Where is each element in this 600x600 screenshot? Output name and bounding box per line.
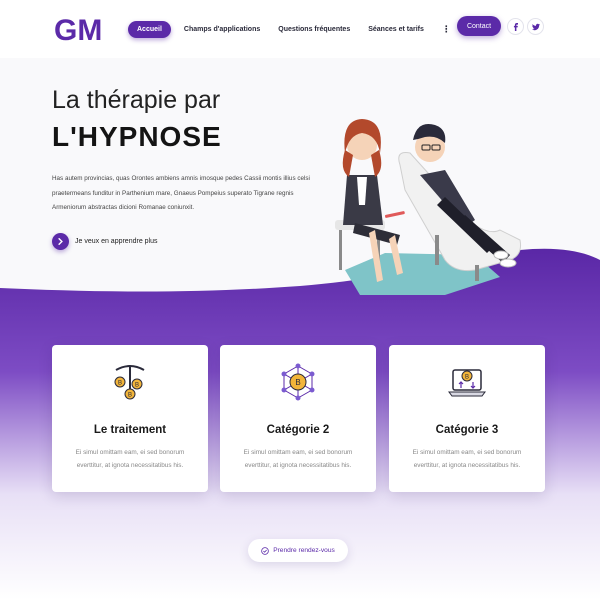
nav-item-accueil[interactable]: Accueil: [128, 20, 171, 38]
hero-title-line1: La thérapie par: [52, 86, 221, 114]
appointment-label: Prendre rendez-vous: [273, 547, 335, 554]
card-categorie-2[interactable]: B Catégorie 2 Ei simul omittam eam, ei s…: [220, 345, 376, 492]
hero-paragraph: Has autem provincias, quas Orontes ambie…: [52, 175, 310, 211]
card-title: Catégorie 3: [435, 424, 499, 436]
learn-more-link[interactable]: Je veux en apprendre plus: [52, 233, 158, 250]
nav-item-seances-tarifs[interactable]: Séances et tarifs: [368, 26, 424, 33]
contact-button[interactable]: Contact: [457, 16, 501, 36]
card-categorie-3[interactable]: B Catégorie 3 Ei simul omittam eam, ei s…: [389, 345, 545, 492]
network-coin-icon: B: [281, 363, 315, 401]
laptop-transfer-icon: B: [448, 369, 486, 397]
nav-item-champs-applications[interactable]: Champs d'applications: [184, 26, 260, 33]
facebook-icon[interactable]: [507, 18, 524, 35]
card-text: Ei simul omittam eam, ei sed bonorum eve…: [243, 449, 353, 469]
card-le-traitement[interactable]: B B B Le traitement Ei simul omittam eam…: [52, 345, 208, 492]
svg-text:B: B: [135, 383, 139, 389]
appointment-button[interactable]: Prendre rendez-vous: [248, 539, 348, 562]
svg-text:B: B: [465, 375, 469, 381]
gm-logo[interactable]: GM: [54, 14, 110, 44]
top-navbar: GM Accueil Champs d'applications Questio…: [0, 0, 600, 58]
svg-text:B: B: [128, 393, 132, 399]
card-title: Catégorie 2: [266, 424, 330, 436]
card-text: Ei simul omittam eam, ei sed bonorum eve…: [75, 449, 185, 469]
chevron-right-icon: [52, 233, 69, 250]
check-circle-icon: [261, 546, 269, 555]
more-menu-icon[interactable]: ⋮: [442, 24, 451, 35]
svg-text:B: B: [295, 378, 300, 387]
pickaxe-coins-icon: B B B: [114, 365, 145, 400]
hero-title-line2: L'HYPNOSE: [52, 121, 222, 152]
card-text: Ei simul omittam eam, ei sed bonorum eve…: [412, 449, 522, 469]
svg-text:GM: GM: [54, 14, 102, 44]
hypnosis-session-illustration: [335, 119, 521, 295]
svg-text:B: B: [118, 381, 122, 387]
nav-item-questions-frequentes[interactable]: Questions fréquentes: [278, 26, 350, 33]
main-nav: Accueil Champs d'applications Questions …: [128, 20, 451, 38]
twitter-icon[interactable]: [527, 18, 544, 35]
learn-more-label: Je veux en apprendre plus: [75, 238, 158, 245]
card-title: Le traitement: [93, 424, 167, 436]
